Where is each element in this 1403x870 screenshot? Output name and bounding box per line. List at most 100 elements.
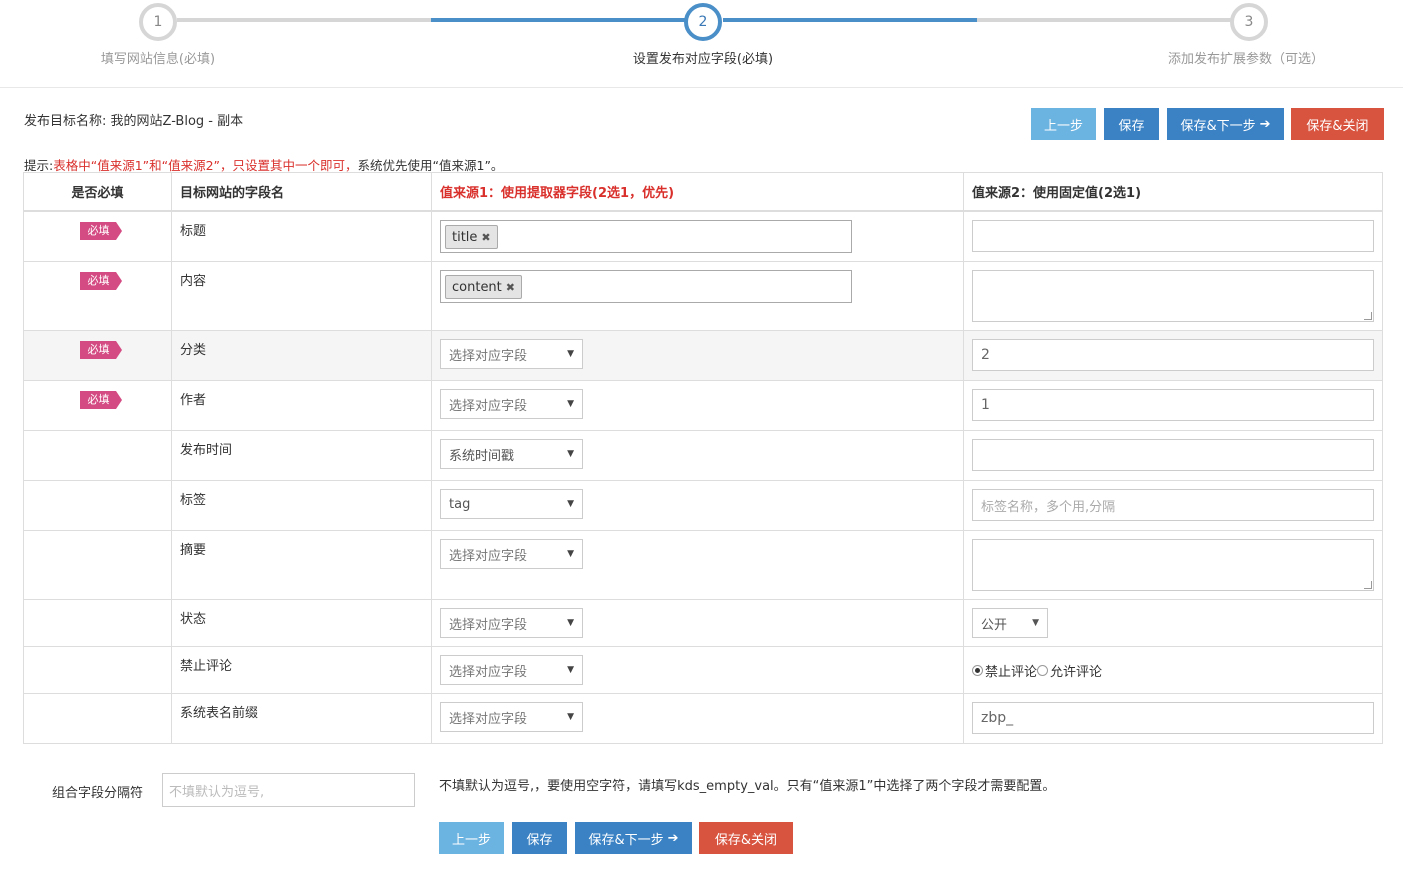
dropdown-arrow-icon: ▼ bbox=[567, 618, 574, 628]
dropdown-arrow-icon: ▼ bbox=[567, 399, 574, 409]
save-button-bottom[interactable]: 保存 bbox=[512, 822, 567, 854]
field-name: 内容 bbox=[171, 261, 432, 331]
save-next-label: 保存&下一步 bbox=[1180, 118, 1256, 134]
header-field-name: 目标网站的字段名 bbox=[171, 172, 432, 212]
step-line-3 bbox=[723, 18, 977, 22]
field-mapping-table: 是否必填 目标网站的字段名 值来源1：使用提取器字段(2选1，优先) 值来源2：… bbox=[23, 172, 1383, 744]
comment-radio-group: 禁止评论 允许评论 bbox=[972, 661, 1374, 680]
step-line-2 bbox=[431, 18, 685, 22]
field-name: 标题 bbox=[171, 210, 432, 262]
fixed-value-input[interactable]: 2 bbox=[972, 339, 1374, 371]
dropdown-arrow-icon: ▼ bbox=[567, 712, 574, 722]
fixed-value-input[interactable] bbox=[972, 439, 1374, 471]
hint-red: 表格中“值来源1”和“值来源2”，只设置其中一个即可， bbox=[53, 158, 358, 173]
save-next-button-top[interactable]: 保存&下一步 ➔ bbox=[1167, 108, 1284, 140]
save-close-button-top[interactable]: 保存&关闭 bbox=[1291, 108, 1384, 140]
prev-button-top[interactable]: 上一步 bbox=[1031, 108, 1096, 140]
header-source1: 值来源1：使用提取器字段(2选1，优先) bbox=[431, 172, 964, 212]
separator-note: 不填默认为逗号,，要使用空字符，请填写kds_empty_val。只有“值来源1… bbox=[439, 779, 1056, 794]
target-name: 发布目标名称: 我的网站Z-Blog - 副本 bbox=[24, 110, 243, 129]
radio-disable-label: 禁止评论 bbox=[985, 665, 1038, 680]
field-name: 摘要 bbox=[171, 530, 432, 600]
chip-label: content bbox=[452, 279, 502, 295]
radio-disable-comment[interactable] bbox=[972, 665, 983, 676]
select-value: 选择对应字段 bbox=[449, 548, 528, 564]
dropdown-arrow-icon: ▼ bbox=[567, 449, 574, 459]
save-next-label: 保存&下一步 bbox=[588, 832, 664, 848]
radio-allow-label: 允许评论 bbox=[1050, 665, 1103, 680]
target-name-label: 发布目标名称: bbox=[24, 114, 107, 129]
header-source2: 值来源2：使用固定值(2选1) bbox=[963, 172, 1383, 212]
hint-suffix: 系统优先使用“值来源1”。 bbox=[357, 158, 504, 173]
field-name: 标签 bbox=[171, 480, 432, 531]
resize-grip-icon[interactable] bbox=[1364, 312, 1372, 320]
table-header-row: 是否必填 目标网站的字段名 值来源1：使用提取器字段(2选1，优先) 值来源2：… bbox=[23, 172, 1383, 212]
arrow-right-icon: ➔ bbox=[667, 830, 679, 846]
field-name: 发布时间 bbox=[171, 430, 432, 481]
fixed-value-textarea[interactable] bbox=[972, 270, 1374, 322]
step-2-label: 设置发布对应字段(必填) bbox=[632, 52, 774, 67]
fixed-value-input[interactable] bbox=[972, 220, 1374, 252]
source1-select[interactable]: 选择对应字段 ▼ bbox=[440, 655, 583, 685]
dropdown-arrow-icon: ▼ bbox=[567, 549, 574, 559]
source1-tag-input[interactable]: title ✖ bbox=[440, 220, 852, 253]
status-select[interactable]: 公开 ▼ bbox=[972, 608, 1048, 638]
dropdown-arrow-icon: ▼ bbox=[567, 499, 574, 509]
step-line-4 bbox=[977, 18, 1231, 22]
step-line-1 bbox=[177, 18, 431, 22]
tags-input[interactable]: 标签名称，多个用,分隔 bbox=[972, 489, 1374, 521]
select-value: 选择对应字段 bbox=[449, 617, 528, 633]
fixed-value-textarea[interactable] bbox=[972, 539, 1374, 591]
select-value: 选择对应字段 bbox=[449, 348, 528, 364]
source1-select[interactable]: tag ▼ bbox=[440, 489, 583, 519]
table-row: 必填 标题 title ✖ bbox=[23, 210, 1383, 262]
stepper: 1 2 3 填写网站信息(必填) 设置发布对应字段(必填) 添加发布扩展参数（可… bbox=[0, 0, 1403, 88]
field-name: 作者 bbox=[171, 380, 432, 431]
prev-button-bottom[interactable]: 上一步 bbox=[439, 822, 504, 854]
source1-select[interactable]: 系统时间戳 ▼ bbox=[440, 439, 583, 469]
table-row: 发布时间 系统时间戳 ▼ bbox=[23, 430, 1383, 481]
step-1-label: 填写网站信息(必填) bbox=[100, 52, 216, 67]
step-1-circle[interactable]: 1 bbox=[139, 3, 177, 41]
separator-input[interactable]: 不填默认为逗号, bbox=[162, 773, 415, 807]
dropdown-arrow-icon: ▼ bbox=[567, 665, 574, 675]
close-icon[interactable]: ✖ bbox=[506, 281, 515, 294]
step-2-circle[interactable]: 2 bbox=[684, 3, 722, 41]
table-row: 摘要 选择对应字段 ▼ bbox=[23, 530, 1383, 600]
dropdown-arrow-icon: ▼ bbox=[1032, 618, 1039, 628]
field-chip: content ✖ bbox=[445, 275, 522, 299]
select-value: tag bbox=[449, 496, 471, 512]
required-badge: 必填 bbox=[79, 391, 122, 409]
select-value: 选择对应字段 bbox=[449, 711, 528, 727]
step-3-circle[interactable]: 3 bbox=[1230, 3, 1268, 41]
required-badge: 必填 bbox=[79, 222, 122, 240]
dropdown-arrow-icon: ▼ bbox=[567, 349, 574, 359]
close-icon[interactable]: ✖ bbox=[481, 231, 490, 244]
target-name-value: 我的网站Z-Blog - 副本 bbox=[110, 114, 244, 129]
source1-select[interactable]: 选择对应字段 ▼ bbox=[440, 608, 583, 638]
table-row: 系统表名前缀 选择对应字段 ▼ zbp_ bbox=[23, 693, 1383, 744]
save-button-top[interactable]: 保存 bbox=[1104, 108, 1159, 140]
resize-grip-icon[interactable] bbox=[1364, 581, 1372, 589]
required-badge: 必填 bbox=[79, 341, 122, 359]
source1-select[interactable]: 选择对应字段 ▼ bbox=[440, 389, 583, 419]
table-row: 必填 内容 content ✖ bbox=[23, 261, 1383, 331]
fixed-value-input[interactable]: 1 bbox=[972, 389, 1374, 421]
fixed-value-input[interactable]: zbp_ bbox=[972, 702, 1374, 734]
source1-tag-input[interactable]: content ✖ bbox=[440, 270, 852, 303]
status-value: 公开 bbox=[981, 617, 1008, 633]
select-value: 选择对应字段 bbox=[449, 398, 528, 414]
save-next-button-bottom[interactable]: 保存&下一步 ➔ bbox=[575, 822, 692, 854]
required-badge: 必填 bbox=[79, 272, 122, 290]
field-name: 分类 bbox=[171, 330, 432, 381]
table-row: 必填 作者 选择对应字段 ▼ 1 bbox=[23, 380, 1383, 431]
step-3-label: 添加发布扩展参数（可选） bbox=[1167, 52, 1325, 67]
table-row: 标签 tag ▼ 标签名称，多个用,分隔 bbox=[23, 480, 1383, 531]
radio-allow-comment[interactable] bbox=[1037, 665, 1049, 676]
field-name: 状态 bbox=[171, 599, 432, 647]
source1-select[interactable]: 选择对应字段 ▼ bbox=[440, 339, 583, 369]
arrow-right-icon: ➔ bbox=[1259, 116, 1271, 132]
source1-select[interactable]: 选择对应字段 ▼ bbox=[440, 702, 583, 732]
save-close-button-bottom[interactable]: 保存&关闭 bbox=[699, 822, 793, 854]
source1-select[interactable]: 选择对应字段 ▼ bbox=[440, 539, 583, 569]
